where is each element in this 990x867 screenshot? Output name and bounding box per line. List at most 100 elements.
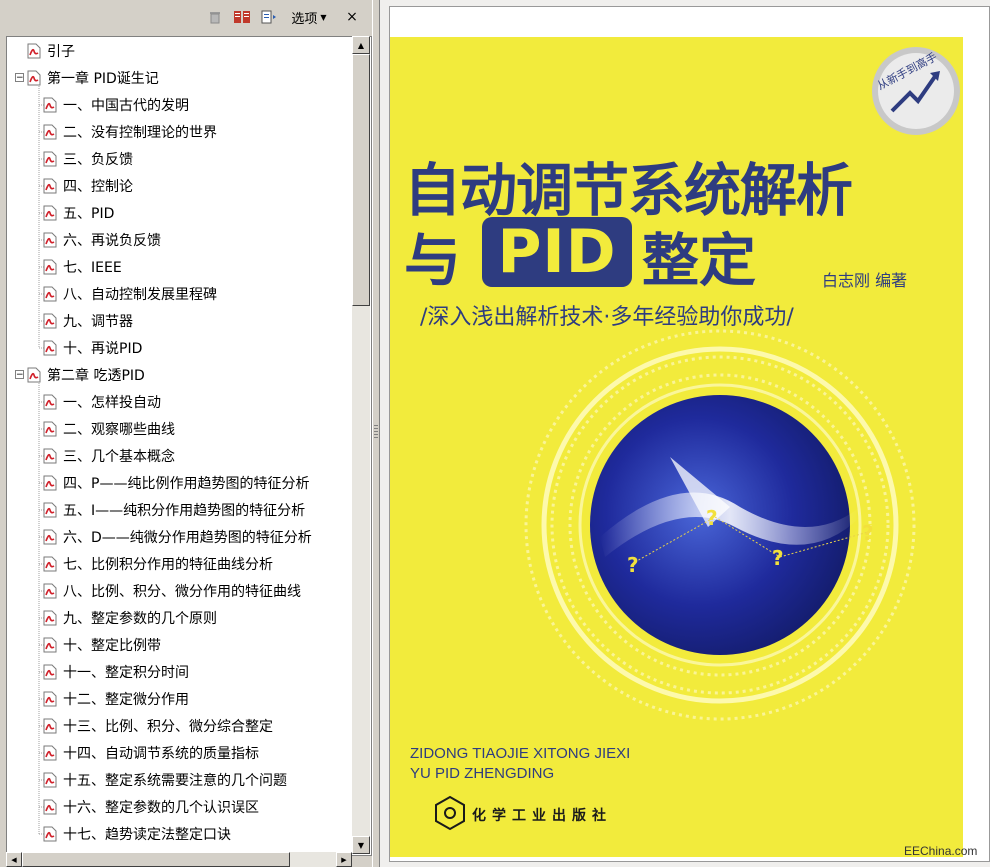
bookmark-label: 二、观察哪些曲线 [63, 422, 175, 438]
bookmark-item[interactable]: 五、I——纯积分作用趋势图的特征分析 [43, 498, 305, 522]
pdf-page: ? ? ? ? 从新手到高手 自动调节系统解析 与 PID 整定 白志刚 编著 … [389, 6, 990, 862]
bookmark-label: 十五、整定系统需要注意的几个问题 [63, 773, 287, 789]
new-bookmark-button[interactable] [232, 8, 252, 26]
arrow-left-icon: ◀ [11, 855, 17, 864]
bookmark-label: 四、控制论 [63, 179, 133, 195]
pdf-bookmark-icon [43, 745, 57, 761]
bookmark-item[interactable]: 九、调节器 [43, 309, 133, 333]
bookmark-label: 一、中国古代的发明 [63, 98, 189, 114]
chevron-down-icon: ▼ [320, 12, 327, 22]
arrow-down-icon: ▼ [357, 840, 365, 850]
options-menu-button[interactable]: 选项 ▼ [285, 8, 333, 27]
pdf-bookmark-icon [43, 448, 57, 464]
bookmark-item[interactable]: 十一、整定积分时间 [43, 660, 189, 684]
bookmark-item[interactable]: 十七、趋势读定法整定口诀 [43, 822, 231, 846]
pdf-bookmark-icon [43, 583, 57, 599]
question-mark-4: ? [862, 521, 874, 545]
pdf-bookmark-icon [43, 691, 57, 707]
bookmark-item[interactable]: 十、整定比例带 [43, 633, 161, 657]
pdf-bookmark-icon [43, 664, 57, 680]
pid-title-box: PID [482, 217, 632, 287]
bookmark-item[interactable]: 三、几个基本概念 [43, 444, 175, 468]
cover-title-pid: PID [497, 217, 617, 287]
bookmark-item[interactable]: 五、PID [43, 201, 114, 225]
bookmark-label: 十、整定比例带 [63, 638, 161, 654]
bookmark-item[interactable]: 二、观察哪些曲线 [43, 417, 175, 441]
bookmark-label: 九、整定参数的几个原则 [63, 611, 217, 627]
bookmark-label: 十七、趋势读定法整定口诀 [63, 827, 231, 843]
cover-pinyin-line1: ZIDONG TIAOJIE XITONG JIEXI [410, 745, 631, 762]
bookmark-chapter-item[interactable]: 第一章 PID诞生记 [27, 66, 159, 90]
bookmark-tree: 引子 第一章 PID诞生记 − 一、中国古代的发明 二、没有控制理论的世界 三、负反馈 四、… [6, 36, 372, 856]
pdf-bookmark-icon [43, 502, 57, 518]
scroll-left-button[interactable]: ◀ [6, 852, 22, 867]
bookmark-item[interactable]: 四、控制论 [43, 174, 133, 198]
delete-bookmark-button[interactable] [206, 8, 224, 26]
bookmark-item[interactable]: 十六、整定参数的几个认识误区 [43, 795, 259, 819]
bookmark-label: 六、再说负反馈 [63, 233, 161, 249]
bookmark-item[interactable]: 十三、比例、积分、微分综合整定 [43, 714, 273, 738]
bookmark-item[interactable]: 一、中国古代的发明 [43, 93, 189, 117]
bookmark-item[interactable]: 八、自动控制发展里程碑 [43, 282, 217, 306]
question-mark-1: ? [627, 553, 639, 577]
panel-splitter[interactable] [372, 0, 380, 867]
bookmark-item[interactable]: 十二、整定微分作用 [43, 687, 189, 711]
pdf-bookmark-icon [43, 178, 57, 194]
cover-title-line1: 自动调节系统解析 [404, 158, 853, 224]
pdf-bookmark-icon [43, 826, 57, 842]
bookmark-item[interactable]: 四、P——纯比例作用趋势图的特征分析 [43, 471, 309, 495]
splitter-grip-icon [374, 425, 378, 439]
vertical-scrollbar[interactable]: ▲ ▼ [352, 36, 370, 854]
pdf-bookmark-icon [43, 124, 57, 140]
bookmark-item[interactable]: 七、IEEE [43, 255, 122, 279]
publisher-logo-icon [435, 795, 465, 831]
collapse-toggle[interactable]: − [15, 73, 24, 83]
bookmark-properties-button[interactable] [259, 8, 279, 26]
bookmark-label: 十一、整定积分时间 [63, 665, 189, 681]
bookmark-item[interactable]: 十四、自动调节系统的质量指标 [43, 741, 259, 765]
horizontal-scroll-thumb[interactable] [22, 852, 290, 867]
pdf-bookmark-icon [43, 97, 57, 113]
bookmark-book-icon [234, 11, 250, 23]
bookmark-label: 三、负反馈 [63, 152, 133, 168]
pdf-bookmark-icon [43, 421, 57, 437]
bookmark-label: 四、P——纯比例作用趋势图的特征分析 [63, 476, 310, 492]
bookmark-label: 五、PID [63, 206, 115, 222]
scroll-up-button[interactable]: ▲ [352, 36, 370, 54]
pdf-bookmark-icon [27, 43, 41, 59]
close-panel-button[interactable]: × [343, 8, 361, 26]
arrow-up-icon: ▲ [357, 40, 365, 50]
document-view[interactable]: ? ? ? ? 从新手到高手 自动调节系统解析 与 PID 整定 白志刚 编著 … [380, 0, 990, 867]
bookmark-chapter-item[interactable]: 引子 [27, 39, 75, 63]
pdf-bookmark-icon [43, 475, 57, 491]
bookmark-chapter-item[interactable]: 第二章 吃透PID [27, 363, 145, 387]
cover-publisher: 化学工业出版社 [472, 808, 612, 824]
bookmark-item[interactable]: 一、怎样投自动 [43, 390, 161, 414]
bookmark-item[interactable]: 十、再说PID [43, 336, 142, 360]
bookmark-item[interactable]: 十五、整定系统需要注意的几个问题 [43, 768, 287, 792]
collapse-toggle[interactable]: − [15, 370, 24, 380]
bookmark-label: 七、IEEE [63, 260, 122, 276]
scroll-right-button[interactable]: ▶ [336, 852, 352, 867]
pdf-bookmark-icon [43, 232, 57, 248]
bookmark-item[interactable]: 七、比例积分作用的特征曲线分析 [43, 552, 273, 576]
pdf-bookmark-icon [27, 367, 41, 383]
bookmark-item[interactable]: 九、整定参数的几个原则 [43, 606, 217, 630]
bookmark-label: 八、比例、积分、微分作用的特征曲线 [63, 584, 301, 600]
vertical-scroll-thumb[interactable] [352, 54, 370, 306]
pdf-bookmark-icon [43, 637, 57, 653]
bookmark-item[interactable]: 六、再说负反馈 [43, 228, 161, 252]
bookmark-item[interactable]: 二、没有控制理论的世界 [43, 120, 217, 144]
properties-icon [261, 10, 276, 24]
cover-pinyin-line2: YU PID ZHENGDING [410, 765, 555, 782]
pdf-bookmark-icon [43, 259, 57, 275]
cover-title-line2-prefix: 与 [404, 228, 461, 294]
watermark: EEChina.com [904, 844, 978, 858]
bookmark-item[interactable]: 三、负反馈 [43, 147, 133, 171]
scroll-down-button[interactable]: ▼ [352, 836, 370, 854]
question-mark-2: ? [706, 506, 718, 530]
pdf-bookmark-icon [43, 151, 57, 167]
bookmark-item[interactable]: 六、D——纯微分作用趋势图的特征分析 [43, 525, 312, 549]
horizontal-scrollbar[interactable]: ◀ ▶ [6, 852, 352, 867]
bookmark-item[interactable]: 八、比例、积分、微分作用的特征曲线 [43, 579, 301, 603]
